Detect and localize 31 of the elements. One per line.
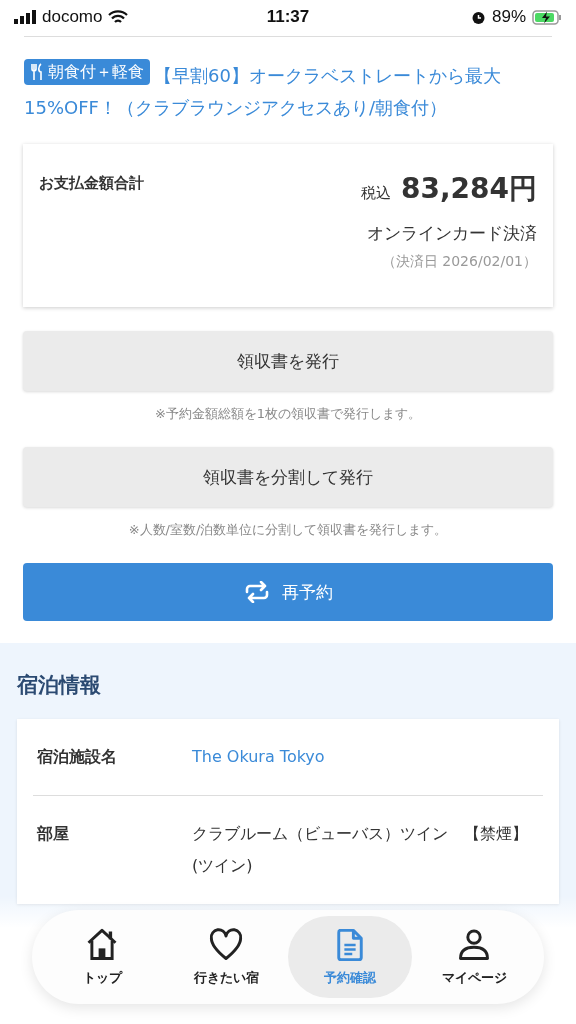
meal-badge: 朝食付＋軽食 (24, 59, 150, 85)
carrier-name: docomo (42, 7, 103, 27)
wifi-icon (108, 9, 129, 25)
heart-icon (208, 927, 244, 963)
tab-item[interactable]: 行きたい宿 (164, 916, 288, 998)
info-label: 宿泊施設名 (36, 746, 118, 768)
receipt-note: ※予約金額総額を1枚の領収書で発行します。 (154, 405, 422, 423)
info-label: 部屋 (36, 823, 70, 845)
signal-icon (14, 10, 36, 24)
info-value: クラブルーム（ビューバス）ツイン 【禁煙】 (ツイン) (192, 823, 529, 877)
tab-item[interactable]: マイページ (412, 916, 536, 998)
total-amount: 83,284円 (400, 171, 537, 207)
total-label: お支払金額合計 (39, 174, 144, 194)
payment-date: （決済日 2026/02/01） (381, 253, 537, 271)
battery-percent: 89% (492, 7, 526, 27)
receipt-note: ※人数/室数/泊数単位に分割して領収書を発行します。 (128, 521, 448, 539)
tax-label: 税込 (360, 184, 391, 203)
repeat-icon (243, 581, 270, 603)
hotel-link[interactable]: The Okura Tokyo (192, 741, 543, 773)
payment-method: オンラインカード決済 (367, 222, 537, 245)
plan-title[interactable]: 朝食付＋軽食 【早割60】オークラベストレートから最大15%OFF！（クラブラウンジアクセスあり/朝食付） (0, 37, 576, 124)
rebook-button[interactable]: 再予約 (23, 563, 553, 621)
person-icon (456, 927, 492, 963)
section-title: 宿泊情報 (17, 672, 102, 699)
receipt-button[interactable]: 領収書を分割して発行 (23, 447, 553, 507)
clock-time: 11:37 (266, 7, 310, 27)
receipt-button[interactable]: 領収書を発行 (23, 331, 553, 391)
battery-charging-icon (532, 9, 562, 25)
fork-knife-icon (30, 63, 44, 81)
tab-item[interactable]: トップ (40, 916, 164, 998)
alarm-icon (471, 9, 486, 25)
